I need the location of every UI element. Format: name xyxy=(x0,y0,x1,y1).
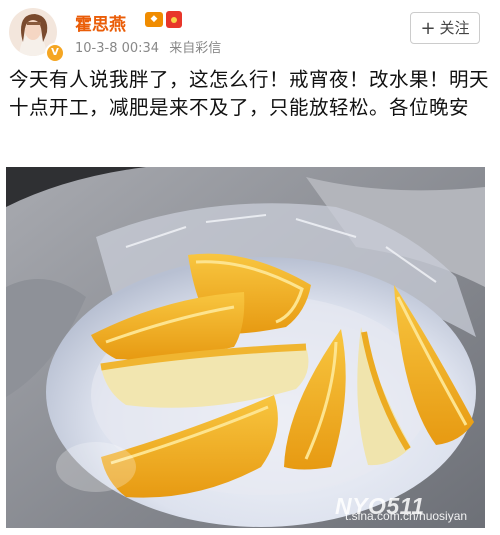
follow-button[interactable]: + 关注 xyxy=(410,12,480,44)
post-text: 今天有人说我胖了，这怎么行！戒宵夜！改水果！明天十点开工，减肥是来不及了，只能放… xyxy=(9,68,490,119)
verified-v-icon: V xyxy=(45,43,65,63)
post-meta: 10-3-8 00:34 来自彩信 xyxy=(75,37,227,56)
post-photo[interactable] xyxy=(6,167,485,528)
watermark-link: t.sina.com.cn/huosiyan xyxy=(345,509,468,523)
orange-slices-photo xyxy=(6,167,485,528)
username[interactable]: 霍思燕 xyxy=(75,10,126,35)
avatar[interactable]: V xyxy=(9,8,65,63)
plus-icon: + xyxy=(420,18,436,39)
follow-label: 关注 xyxy=(439,19,470,37)
post-timestamp: 10-3-8 00:34 xyxy=(75,41,160,56)
post-source[interactable]: 来自彩信 xyxy=(169,41,221,56)
vip-badge-icon: ◆ xyxy=(145,12,163,27)
post-header: V 霍思燕 ◆ 10-3-8 00:34 来自彩信 + 关注 xyxy=(0,0,500,63)
hongbao-icon xyxy=(166,11,182,28)
